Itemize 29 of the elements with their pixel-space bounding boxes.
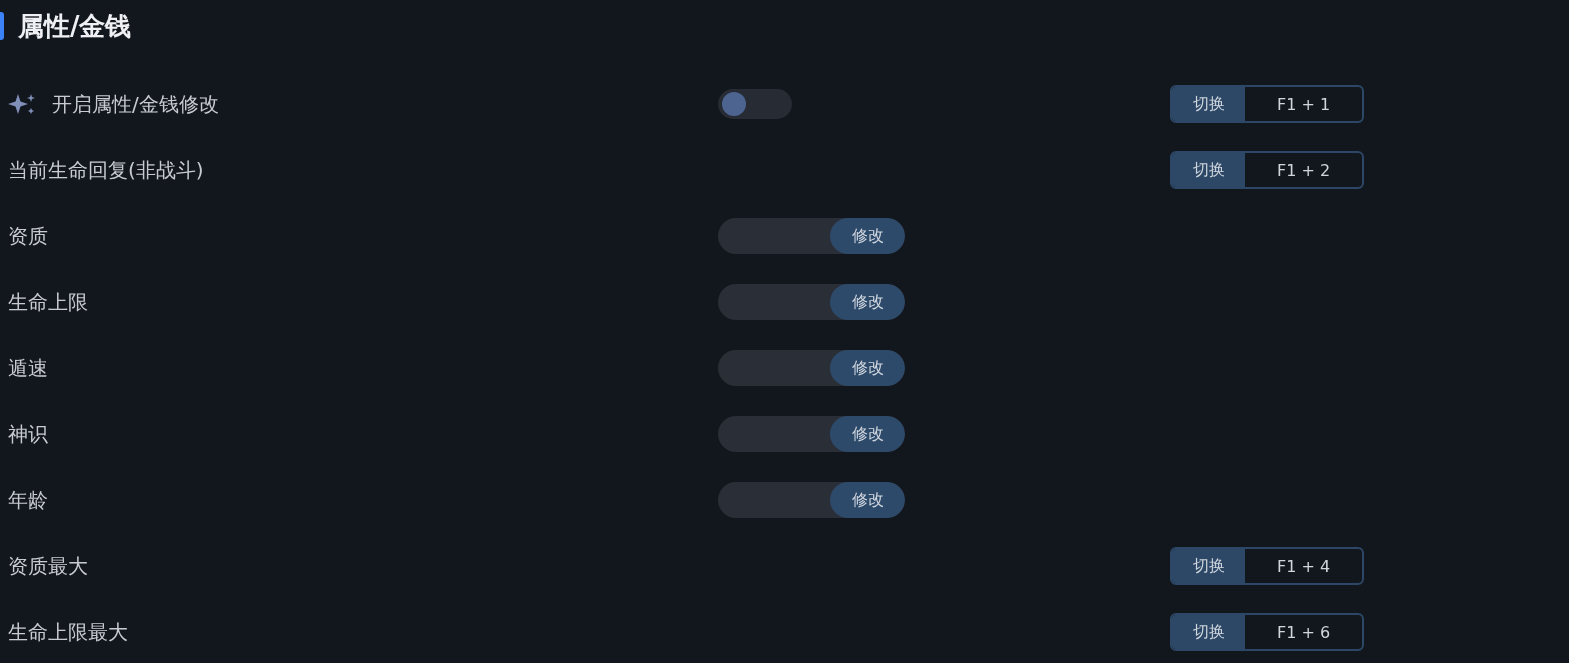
edit-button[interactable]: 修改 <box>830 284 905 320</box>
hotkey-text: F1 + 2 <box>1275 159 1332 182</box>
toggle-button[interactable]: 切换 <box>1172 615 1245 649</box>
setting-label: 生命上限 <box>8 288 88 316</box>
setting-label: 遁速 <box>8 354 48 382</box>
toggle-button[interactable]: 切换 <box>1172 87 1245 121</box>
toggle-switch[interactable] <box>718 89 792 119</box>
setting-label: 当前生命回复(非战斗) <box>8 156 204 184</box>
setting-label: 资质 <box>8 222 48 250</box>
edit-button[interactable]: 修改 <box>830 482 905 518</box>
toggle-button[interactable]: 切换 <box>1172 153 1245 187</box>
hotkey-text: F1 + 6 <box>1275 621 1332 644</box>
input-field[interactable]: 修改 <box>718 218 905 254</box>
input-field[interactable]: 修改 <box>718 482 905 518</box>
toggle-button[interactable]: 切换 <box>1172 549 1245 583</box>
edit-button[interactable]: 修改 <box>830 218 905 254</box>
edit-button[interactable]: 修改 <box>830 350 905 386</box>
setting-label: 年龄 <box>8 486 48 514</box>
section-title: 属性/金钱 <box>18 9 132 43</box>
input-field[interactable]: 修改 <box>718 284 905 320</box>
setting-label: 开启属性/金钱修改 <box>52 90 219 118</box>
input-field[interactable]: 修改 <box>718 416 905 452</box>
hotkey-text: F1 + 1 <box>1275 93 1332 116</box>
setting-label: 资质最大 <box>8 552 88 580</box>
setting-label: 神识 <box>8 420 48 448</box>
input-field[interactable]: 修改 <box>718 350 905 386</box>
edit-button[interactable]: 修改 <box>830 416 905 452</box>
setting-label: 生命上限最大 <box>8 618 128 646</box>
hotkey-text: F1 + 4 <box>1275 555 1332 578</box>
